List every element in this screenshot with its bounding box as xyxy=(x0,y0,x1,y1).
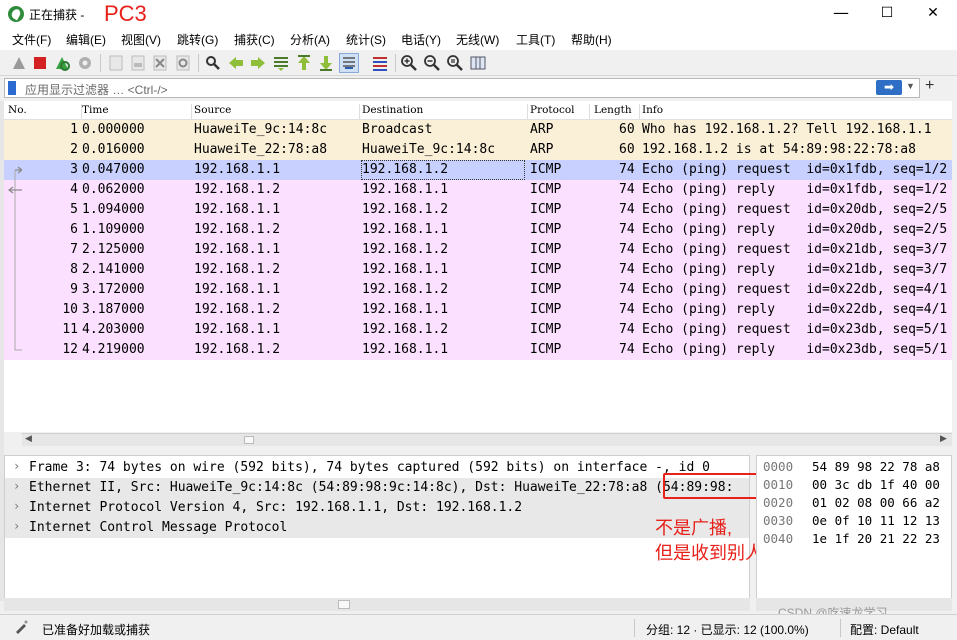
status-packet-count: 分组: 12 · 已显示: 12 (100.0%) xyxy=(646,623,809,637)
capture-options-icon[interactable] xyxy=(76,54,94,72)
status-profile[interactable]: 配置: Default xyxy=(850,621,919,638)
colorize-icon[interactable] xyxy=(371,54,389,72)
go-first-packet-icon[interactable] xyxy=(295,54,313,72)
menu-tools[interactable]: 工具(T) xyxy=(516,31,555,48)
status-ready-text: 已准备好加载或捕获 xyxy=(42,623,151,637)
zoom-reset-icon[interactable] xyxy=(446,54,464,72)
detail-frame[interactable]: › Frame 3: 74 bytes on wire (592 bits), 7… xyxy=(5,458,749,478)
open-file-icon[interactable] xyxy=(107,54,125,72)
detail-ethernet[interactable]: › Ethernet II, Src: HuaweiTe_9c:14:8c (54… xyxy=(5,478,749,498)
window-title: 正在捕获 - xyxy=(29,8,85,22)
column-length[interactable]: Length xyxy=(594,104,640,119)
reload-file-icon[interactable] xyxy=(174,54,192,72)
filter-bookmark-icon[interactable] xyxy=(8,81,16,95)
expand-chevron-icon: › xyxy=(13,519,21,533)
menu-edit[interactable]: 编辑(E) xyxy=(66,31,106,48)
expand-chevron-icon: › xyxy=(13,459,21,473)
go-to-packet-icon[interactable] xyxy=(272,54,290,72)
packet-row[interactable]: 7 2.125000 192.168.1.1 192.168.1.2 ICMP 74 Ech… xyxy=(4,240,952,260)
minimize-button[interactable]: — xyxy=(818,0,864,28)
menu-go[interactable]: 跳转(G) xyxy=(177,31,218,48)
menu-help[interactable]: 帮助(H) xyxy=(571,31,612,48)
packet-list-hscrollbar[interactable]: ◀ ▶ xyxy=(22,433,952,446)
column-source[interactable]: Source xyxy=(194,104,360,119)
wireshark-fin-icon xyxy=(8,6,24,22)
packet-row[interactable]: 2 0.016000 HuaweiTe_22:78:a8 HuaweiTe_9c:14… xyxy=(4,140,952,160)
bytes-row[interactable]: 0010 00 3c db 1f 40 00 xyxy=(757,476,951,494)
bytes-row[interactable]: 0020 01 02 08 00 66 a2 xyxy=(757,494,951,512)
shark-fin-start-icon[interactable] xyxy=(10,54,28,72)
scroll-thumb[interactable] xyxy=(338,600,350,609)
menu-file[interactable]: 文件(F) xyxy=(12,31,51,48)
save-file-icon[interactable] xyxy=(129,54,147,72)
find-packet-icon[interactable] xyxy=(204,54,222,72)
stop-capture-icon[interactable] xyxy=(31,54,49,72)
packet-list-header: No. Time Source Destination Protocol Len… xyxy=(4,101,952,120)
go-last-packet-icon[interactable] xyxy=(317,54,335,72)
column-no[interactable]: No. xyxy=(8,104,82,119)
filter-placeholder: 应用显示过滤器 … <Ctrl-/> xyxy=(25,83,168,97)
expand-chevron-icon: › xyxy=(13,499,21,513)
status-bar: 已准备好加载或捕获 分组: 12 · 已显示: 12 (100.0%) 配置: … xyxy=(0,614,957,640)
packet-row[interactable]: 6 1.109000 192.168.1.2 192.168.1.1 ICMP 74 Ech… xyxy=(4,220,952,240)
auto-scroll-icon[interactable] xyxy=(339,53,359,73)
expert-info-icon[interactable] xyxy=(14,620,28,634)
zoom-in-icon[interactable] xyxy=(400,54,418,72)
add-filter-button[interactable]: + xyxy=(925,77,934,95)
resize-columns-icon[interactable] xyxy=(469,54,487,72)
detail-icmp[interactable]: › Internet Control Message Protocol xyxy=(5,518,749,538)
packet-details-pane: › Frame 3: 74 bytes on wire (592 bits), 7… xyxy=(4,455,750,600)
packet-row[interactable]: 12 4.219000 192.168.1.2 192.168.1.1 ICMP 74 Ec… xyxy=(4,340,952,360)
bytes-row[interactable]: 0000 54 89 98 22 78 a8 xyxy=(757,458,951,476)
expand-chevron-icon: › xyxy=(13,479,21,493)
go-back-icon[interactable] xyxy=(227,54,245,72)
close-button[interactable]: ✕ xyxy=(910,0,956,28)
packet-row[interactable]: 11 4.203000 192.168.1.1 192.168.1.2 ICMP 74 Ec… xyxy=(4,320,952,340)
menu-bar: 文件(F) 编辑(E) 视图(V) 跳转(G) 捕获(C) 分析(A) 统计(S… xyxy=(0,28,957,50)
annotation-pc3: PC3 xyxy=(104,1,147,26)
bytes-row[interactable]: 0030 0e 0f 10 11 12 13 xyxy=(757,512,951,530)
maximize-button[interactable]: ☐ xyxy=(864,0,910,28)
go-forward-icon[interactable] xyxy=(249,54,267,72)
packet-row-selected[interactable]: 3 0.047000 192.168.1.1 192.168.1.2 ICMP 74 Ech… xyxy=(4,160,952,180)
related-packets-indicator-icon xyxy=(8,166,22,351)
filter-history-dropdown-icon[interactable]: ▼ xyxy=(906,81,915,91)
menu-wireless[interactable]: 无线(W) xyxy=(456,31,499,48)
column-protocol[interactable]: Protocol xyxy=(530,104,590,119)
title-bar: 正在捕获 - PC3 — ☐ ✕ xyxy=(0,0,957,28)
column-destination[interactable]: Destination xyxy=(362,104,528,119)
column-time[interactable]: Time xyxy=(82,104,192,119)
packet-row[interactable]: 9 3.172000 192.168.1.1 192.168.1.2 ICMP 74 Ech… xyxy=(4,280,952,300)
packet-bytes-pane: 0000 54 89 98 22 78 a8 0010 00 3c db 1f 40… xyxy=(756,455,952,600)
packet-row[interactable]: 10 3.187000 192.168.1.2 192.168.1.1 ICMP 74 Ec… xyxy=(4,300,952,320)
packet-row[interactable]: 1 0.000000 HuaweiTe_9c:14:8c Broadcast ARP 60… xyxy=(4,120,952,140)
apply-filter-arrow-icon[interactable]: ➡ xyxy=(876,80,902,95)
detail-ipv4[interactable]: › Internet Protocol Version 4, Src: 192.1… xyxy=(5,498,749,518)
restart-capture-icon[interactable] xyxy=(53,54,71,72)
display-filter-input[interactable]: 应用显示过滤器 … <Ctrl-/> xyxy=(4,78,920,98)
packet-row[interactable]: 5 1.094000 192.168.1.1 192.168.1.2 ICMP 74 Ech… xyxy=(4,200,952,220)
menu-telephony[interactable]: 电话(Y) xyxy=(401,31,441,48)
annotation-highlight-box xyxy=(663,473,769,499)
close-file-icon[interactable] xyxy=(151,54,169,72)
menu-capture[interactable]: 捕获(C) xyxy=(234,31,275,48)
scroll-thumb[interactable] xyxy=(244,436,254,444)
menu-analyze[interactable]: 分析(A) xyxy=(290,31,330,48)
bytes-row[interactable]: 0040 1e 1f 20 21 22 23 xyxy=(757,530,951,548)
packet-list: 1 0.000000 HuaweiTe_9c:14:8c Broadcast ARP 60… xyxy=(4,120,952,432)
packet-row[interactable]: 8 2.141000 192.168.1.2 192.168.1.1 ICMP 74 Ech… xyxy=(4,260,952,280)
menu-view[interactable]: 视图(V) xyxy=(121,31,161,48)
zoom-out-icon[interactable] xyxy=(423,54,441,72)
packet-row[interactable]: 4 0.062000 192.168.1.2 192.168.1.1 ICMP 74 Ech… xyxy=(4,180,952,200)
main-toolbar xyxy=(0,50,957,76)
column-info[interactable]: Info xyxy=(642,104,942,119)
details-hscrollbar[interactable] xyxy=(4,598,750,611)
menu-statistics[interactable]: 统计(S) xyxy=(346,31,386,48)
